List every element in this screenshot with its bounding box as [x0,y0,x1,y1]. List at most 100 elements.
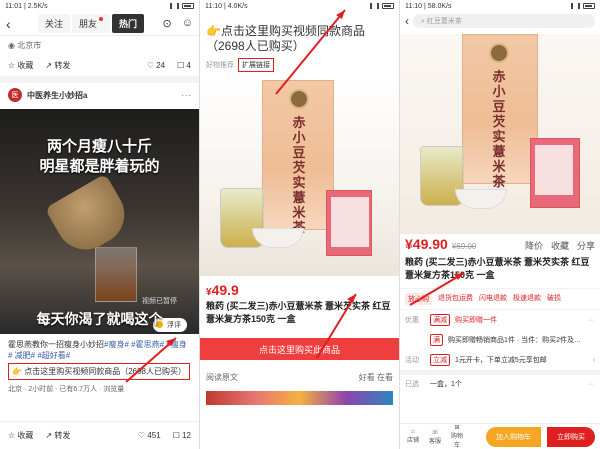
tab-follow[interactable]: 关注 [38,14,71,33]
recommend-label: 好物推荐 [206,62,234,69]
battery-icon [182,3,194,9]
tab-friends[interactable]: 朋友 [72,14,111,33]
signal-icon [370,3,379,9]
avatar[interactable]: 医 [8,88,22,102]
buy-product-button[interactable]: 点击这里购买此商品 [200,338,399,360]
top-action-bar: ☆ 收藏 ↗ 转发 ♡ 24 ☐ 4 [0,55,199,76]
profile-icon[interactable]: ☺ [182,17,193,30]
post-description: 霍思燕教你一招瘦身小妙招#瘦身# #霍思燕# #瘦身# 减肥# #超好看# [0,336,199,361]
video-player[interactable]: 两个月瘦八十斤 明星都是胖着玩的 视频已暂停 浮评 每天你渴了就喝这个 [0,109,199,334]
promo-label: 优惠 [405,317,419,324]
service-icon[interactable]: ☏ 客服 [427,429,443,445]
price-drop-icon[interactable]: 降价 [525,239,543,252]
recommend-row: 好物推荐 扩展链接 [200,58,399,72]
video-caption-top: 两个月瘦八十斤 明星都是胖着玩的 [0,137,199,177]
promo-text: 购买即赠畅销商品1件 · 当件：购买2件及… [448,337,582,344]
activity-row[interactable]: 活动 立减 1元开卡，下单立减5元享包邮 › [400,350,600,370]
product-image[interactable]: 赤小豆芡实薏米茶 [200,78,399,276]
current-price-value: 49.90 [412,236,448,252]
author-row: 医 中医养生小妙招a ··· [0,83,199,107]
promo-tag: 满减 [430,314,450,326]
tab-hot[interactable]: 热门 [112,14,145,33]
back-icon[interactable]: ‹ [405,14,409,28]
author-name[interactable]: 中医养生小妙招a [27,90,87,101]
tea-box-image: 赤小豆芡实薏米茶 [262,80,334,235]
add-to-cart-button[interactable]: 加入购物车 [486,426,541,447]
comment-button[interactable]: ☐ 12 [173,431,191,440]
share-button[interactable]: ↗ 转发 [45,430,70,441]
collect-button[interactable]: ☆ 收藏 [8,60,33,71]
purchase-bar: ⌂ 店铺 ☏ 客服 ⊞ 购物车 加入购物车 立即购买 [400,423,600,449]
status-bar: 11:10 | 58.0K/s [400,0,600,12]
share-label: 转发 [54,431,71,440]
battery-icon [382,3,394,9]
selected-spec-row[interactable]: 已选 一盒，1个 ··· [400,375,600,393]
product-gallery[interactable]: 赤小豆芡实薏米茶 [400,34,600,234]
video-paused-label: 视频已暂停 [142,298,177,305]
selected-label: 已选 [405,381,419,388]
video-caption-line1: 两个月瘦八十斤 [46,138,152,155]
more-icon: ··· [588,380,595,388]
share-label: 转发 [54,61,71,70]
price-value: 49.9 [211,282,239,298]
notification-dot [99,17,104,21]
more-icon[interactable]: ··· [181,90,191,101]
bottom-action-bar: ☆ 收藏 ↗ 转发 ♡ 451 ☐ 12 [0,421,199,449]
like-count: 451 [147,431,161,440]
post-meta: 北京 · 2小时前 · 已有6.7万人 · 浏览量 [8,386,125,393]
pointing-hand-icon: 👉 [12,367,22,376]
selected-text: 一盒，1个 [430,381,462,388]
ad-banner-strip[interactable] [206,391,393,405]
divider [0,76,199,83]
promo-text: 购买即赠一件 [455,317,497,324]
location-icon[interactable]: ⊙ [163,17,172,30]
service-tag: 极速退款 [513,295,541,302]
like-watch-label[interactable]: 好看 在看 [359,372,393,383]
status-speed: 58.0K/s [427,2,452,10]
comment-button[interactable]: ☐ 4 [177,61,191,70]
box-vertical-text: 赤小豆芡实薏米茶 [492,69,506,189]
read-original-link[interactable]: 阅读原文 [206,372,238,383]
expand-link-button[interactable]: 扩展链接 [238,58,274,72]
promo-tag: 满 [430,334,443,346]
shop-icon[interactable]: ⌂ 店铺 [405,429,421,444]
favorite-icon[interactable]: 收藏 [551,239,569,252]
service-tags[interactable]: 放心购 退货包运费 闪电退款 极速退款 破损 [400,288,600,310]
tea-bowl-image [455,189,507,209]
more-icon: ··· [588,316,595,324]
share-icon[interactable]: 分享 [577,239,595,252]
signal-icon [571,3,580,9]
comment-count: 12 [182,431,191,440]
status-time: 11:10 [405,2,422,10]
share-button[interactable]: ↗ 转发 [45,60,70,71]
shop-label: 店铺 [406,438,419,444]
packet-label [535,145,573,195]
battery-icon [583,3,595,9]
comment-count: 4 [186,61,191,70]
landing-title-text: 点击这里购买视频同款商品（2698人已购买） [206,24,365,53]
like-count: 24 [156,61,166,70]
tea-packet-image [530,138,580,208]
search-bar: ‹ ⌕ 红豆薏米茶 [400,12,600,30]
like-button[interactable]: ♡ 24 [147,61,165,70]
tea-packet-image [326,190,372,256]
back-icon[interactable]: ‹ [6,16,20,32]
location-text: 北京市 [17,41,42,50]
screen-product-landing: 11:10 | 4.0K/s 👉点击这里购买视频同款商品（2698人已购买） 好… [200,0,399,449]
collect-button[interactable]: ☆ 收藏 [8,430,33,441]
promo-row[interactable]: 满 购买即赠畅销商品1件 · 当件：购买2件及… [400,330,600,350]
activity-tag: 立减 [430,354,450,366]
collect-label: 收藏 [17,61,34,70]
buy-now-button[interactable]: 立即购买 [547,426,595,447]
buy-link-text: 点击这里购买视频同款商品（2698人已购买） [24,367,186,376]
post-desc-text: 霍思燕教你一招瘦身小妙招 [8,340,104,349]
activity-text: 1元开卡，下单立减5元享包邮 [455,357,547,364]
status-speed: 4.0K/s [227,2,248,10]
like-button[interactable]: ♡ 451 [138,431,161,440]
search-placeholder: 红豆薏米茶 [426,18,462,25]
promo-row[interactable]: 优惠 满减 购买即赠一件 ··· [400,310,600,330]
buy-link[interactable]: 👉 点击这里购买视频同款商品（2698人已购买） [8,363,190,380]
search-input[interactable]: ⌕ 红豆薏米茶 [413,14,595,28]
video-glass-image [95,247,137,302]
cart-icon[interactable]: ⊞ 购物车 [449,424,465,449]
